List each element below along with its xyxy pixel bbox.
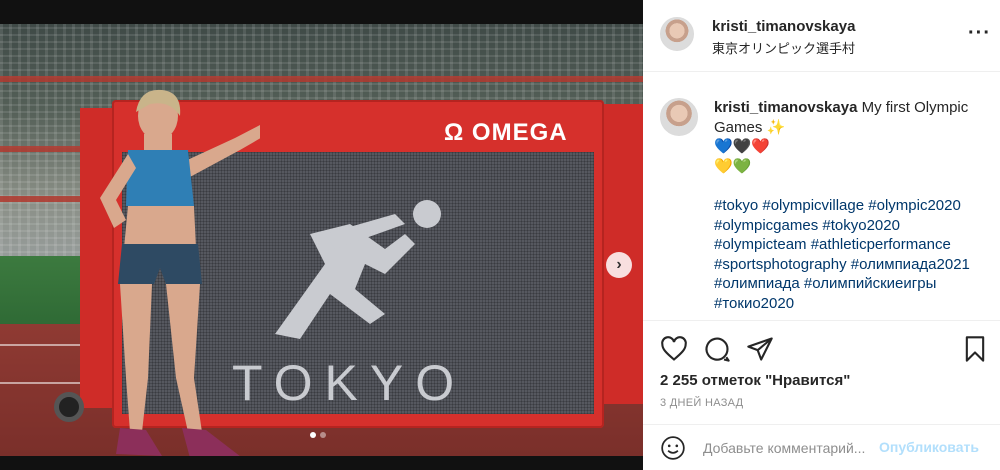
bookmark-icon[interactable] bbox=[961, 335, 989, 363]
heart-icon[interactable] bbox=[660, 335, 688, 363]
smiley-icon[interactable] bbox=[660, 435, 686, 461]
hashtag[interactable]: #olympicgames bbox=[714, 217, 818, 234]
paper-plane-icon[interactable] bbox=[746, 335, 774, 363]
hashtag[interactable]: #олимпиада bbox=[714, 275, 800, 292]
header-location[interactable]: 東京オリンピック選手村 bbox=[712, 38, 855, 57]
post-photo: Ω OMEGA TOKYO › bbox=[0, 24, 643, 456]
scoreboard-tokyo-text: TOKYO bbox=[232, 355, 467, 411]
avatar[interactable] bbox=[660, 98, 698, 136]
hashtag[interactable]: #tokyo bbox=[714, 197, 758, 214]
athlete-figure bbox=[100, 89, 260, 456]
hashtag[interactable]: #sportsphotography bbox=[714, 256, 847, 273]
hashtag[interactable]: #олимпийскиеигры bbox=[804, 275, 936, 292]
stand-band bbox=[0, 76, 643, 82]
comment-bar: Опубликовать bbox=[643, 424, 1000, 470]
hashtag[interactable]: #олимпиада2021 bbox=[851, 256, 970, 273]
post-media[interactable]: Ω OMEGA TOKYO › bbox=[0, 0, 643, 470]
runner-pictogram-icon bbox=[275, 200, 441, 339]
header-username[interactable]: kristi_timanovskaya bbox=[712, 18, 855, 35]
carousel-dot bbox=[320, 432, 326, 438]
omega-logo: Ω OMEGA bbox=[444, 119, 568, 146]
carousel-next-button[interactable]: › bbox=[606, 252, 632, 278]
hashtag[interactable]: #olympicteam bbox=[714, 236, 807, 253]
carousel-dot bbox=[310, 432, 316, 438]
hashtag[interactable]: #tokyo2020 bbox=[822, 217, 900, 234]
post-details-panel: kristi_timanovskaya 東京オリンピック選手村 ··· kris… bbox=[643, 0, 1000, 470]
caption-emoji-line: 💙🖤❤️ bbox=[714, 138, 771, 155]
hashtag[interactable]: #athleticperformance bbox=[811, 236, 951, 253]
hashtag[interactable]: #токио2020 bbox=[714, 295, 794, 312]
hashtag[interactable]: #olympicvillage bbox=[762, 197, 864, 214]
likes-count[interactable]: 2 255 отметок "Нравится" bbox=[660, 372, 850, 389]
post-timestamp[interactable]: 3 ДНЕЙ НАЗАД bbox=[660, 397, 743, 409]
post-caption: kristi_timanovskaya My first Olympic Gam… bbox=[643, 72, 1000, 320]
chevron-right-icon: › bbox=[616, 256, 622, 273]
post-actions bbox=[643, 320, 1000, 380]
avatar[interactable] bbox=[660, 17, 694, 51]
caption-emoji-line: 💛💚 bbox=[714, 157, 752, 175]
more-options-icon[interactable]: ··· bbox=[968, 22, 991, 45]
hashtag-list: #tokyo #olympicvillage #olympic2020 #oly… bbox=[714, 196, 994, 313]
post-comment-button[interactable]: Опубликовать bbox=[879, 439, 979, 455]
post-header: kristi_timanovskaya 東京オリンピック選手村 ··· bbox=[643, 0, 1000, 72]
comment-bubble-icon[interactable] bbox=[703, 335, 731, 363]
hashtag[interactable]: #olympic2020 bbox=[868, 197, 961, 214]
caption-text: kristi_timanovskaya My first Olympic Gam… bbox=[714, 98, 989, 176]
caption-username[interactable]: kristi_timanovskaya bbox=[714, 99, 857, 116]
carousel-indicator bbox=[310, 432, 326, 438]
